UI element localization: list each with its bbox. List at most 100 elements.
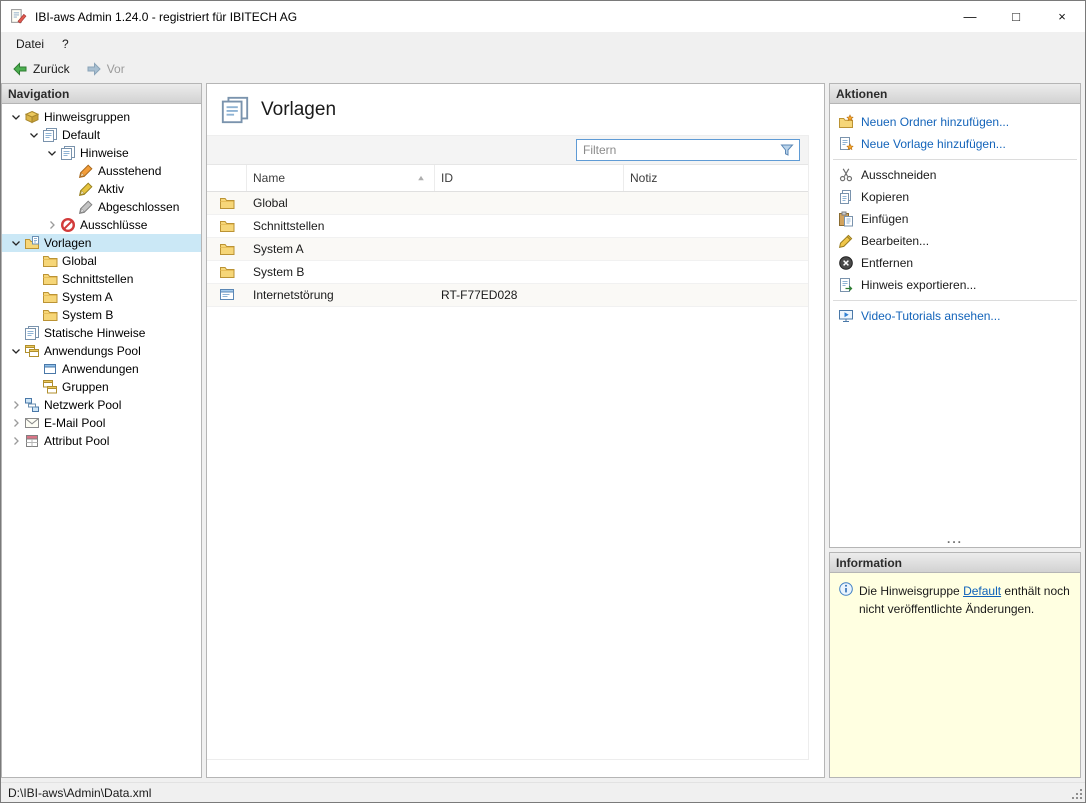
close-button[interactable]: ×	[1039, 1, 1085, 32]
chevron-right-icon[interactable]	[8, 415, 24, 431]
tree-item-e-mail-pool[interactable]: E-Mail Pool	[2, 414, 201, 432]
action-label: Neuen Ordner hinzufügen...	[861, 115, 1009, 129]
cell-icon	[207, 215, 247, 237]
action-neuen-ordner-hinzufugen[interactable]: Neuen Ordner hinzufügen...	[830, 111, 1080, 133]
tree-item-ausstehend[interactable]: Ausstehend	[2, 162, 201, 180]
notes-icon	[24, 325, 40, 341]
action-hinweis-exportieren[interactable]: Hinweis exportieren...	[830, 274, 1080, 296]
chevron-right-icon[interactable]	[8, 397, 24, 413]
table-row-global[interactable]: Global	[207, 192, 808, 215]
action-label: Ausschneiden	[861, 168, 936, 182]
column-header-notiz[interactable]: Notiz	[624, 165, 808, 191]
statusbar-path: D:\IBI-aws\Admin\Data.xml	[8, 786, 151, 800]
tree-item-anwendungs-pool[interactable]: Anwendungs Pool	[2, 342, 201, 360]
action-entfernen[interactable]: Entfernen	[830, 252, 1080, 274]
folder-icon	[219, 195, 235, 211]
templates-title-icon	[220, 95, 250, 125]
chevron-right-icon[interactable]	[8, 433, 24, 449]
tree-item-global[interactable]: Global	[2, 252, 201, 270]
action-ausschneiden[interactable]: Ausschneiden	[830, 164, 1080, 186]
forward-arrow-icon	[86, 61, 102, 77]
chevron-down-icon[interactable]	[8, 235, 24, 251]
table-row-system-a[interactable]: System A	[207, 238, 808, 261]
tree-item-statische-hinweise[interactable]: Statische Hinweise	[2, 324, 201, 342]
tree-item-label: Abgeschlossen	[98, 200, 179, 214]
action-einfugen[interactable]: Einfügen	[830, 208, 1080, 230]
tree-item-system-a[interactable]: System A	[2, 288, 201, 306]
tree-item-hinweise[interactable]: Hinweise	[2, 144, 201, 162]
tree-item-hinweisgruppen[interactable]: Hinweisgruppen	[2, 108, 201, 126]
table-row-internetstorung[interactable]: InternetstörungRT-F77ED028	[207, 284, 808, 307]
action-bearbeiten[interactable]: Bearbeiten...	[830, 230, 1080, 252]
column-label: ID	[441, 171, 453, 185]
groups-icon	[42, 379, 58, 395]
tree-item-default[interactable]: Default	[2, 126, 201, 144]
resize-grip[interactable]	[1071, 788, 1082, 799]
chevron-down-icon[interactable]	[8, 109, 24, 125]
navigation-panel-header: Navigation	[2, 84, 201, 104]
filter-input[interactable]	[577, 140, 779, 160]
tree-item-label: System B	[62, 308, 113, 322]
actions-panel-body: Neuen Ordner hinzufügen... Neue Vorlage h…	[830, 104, 1080, 547]
folder-icon	[42, 253, 58, 269]
chevron-spacer	[26, 379, 42, 395]
action-label: Entfernen	[861, 256, 913, 270]
panel-splitter[interactable]: ...	[830, 534, 1080, 547]
right-column: Aktionen Neuen Ordner hinzufügen...Neue …	[829, 83, 1081, 778]
navigation-tree: HinweisgruppenDefault Hinweise Ausstehend A…	[2, 104, 201, 777]
back-label: Zurück	[33, 62, 70, 76]
tree-item-label: Hinweise	[80, 146, 129, 160]
tree-item-gruppen[interactable]: Gruppen	[2, 378, 201, 396]
tree-item-aktiv[interactable]: Aktiv	[2, 180, 201, 198]
column-header-name[interactable]: Name	[247, 165, 435, 191]
tree-item-abgeschlossen[interactable]: Abgeschlossen	[2, 198, 201, 216]
column-header-id[interactable]: ID	[435, 165, 624, 191]
tree-item-ausschlusse[interactable]: Ausschlüsse	[2, 216, 201, 234]
chevron-spacer	[26, 253, 42, 269]
chevron-down-icon[interactable]	[8, 343, 24, 359]
action-kopieren[interactable]: Kopieren	[830, 186, 1080, 208]
tree-item-attribut-pool[interactable]: Attribut Pool	[2, 432, 201, 450]
chevron-spacer	[62, 163, 78, 179]
action-video-tutorials-ansehen[interactable]: Video-Tutorials ansehen...	[830, 305, 1080, 327]
action-label: Hinweis exportieren...	[861, 278, 976, 292]
minimize-button[interactable]: —	[947, 1, 993, 32]
copy-icon	[838, 189, 854, 205]
menu-datei[interactable]: Datei	[7, 34, 53, 54]
action-neue-vorlage-hinzufugen[interactable]: Neue Vorlage hinzufügen...	[830, 133, 1080, 155]
menu-help[interactable]: ?	[53, 34, 78, 54]
table-row-system-b[interactable]: System B	[207, 261, 808, 284]
tree-item-label: Attribut Pool	[44, 434, 109, 448]
pencil-gray-icon	[78, 199, 94, 215]
tree-item-label: Global	[62, 254, 97, 268]
column-label: Notiz	[630, 171, 657, 185]
back-button[interactable]: Zurück	[5, 58, 77, 80]
action-label: Bearbeiten...	[861, 234, 929, 248]
table-row-schnittstellen[interactable]: Schnittstellen	[207, 215, 808, 238]
forward-button[interactable]: Vor	[79, 58, 132, 80]
cell-id	[435, 238, 624, 260]
actions-panel: Aktionen Neuen Ordner hinzufügen...Neue …	[829, 83, 1081, 548]
tree-item-label: Aktiv	[98, 182, 124, 196]
chevron-down-icon[interactable]	[44, 145, 60, 161]
navigation-panel: Navigation HinweisgruppenDefault Hinweise…	[1, 83, 202, 778]
remove-icon	[838, 255, 854, 271]
info-icon	[838, 581, 854, 597]
paste-icon	[838, 211, 854, 227]
chevron-down-icon[interactable]	[26, 127, 42, 143]
tree-item-anwendungen[interactable]: Anwendungen	[2, 360, 201, 378]
cell-name: Schnittstellen	[247, 215, 435, 237]
tree-item-vorlagen[interactable]: Vorlagen	[2, 234, 201, 252]
cell-notiz	[624, 261, 808, 283]
tree-item-netzwerk-pool[interactable]: Netzwerk Pool	[2, 396, 201, 414]
content-area: Navigation HinweisgruppenDefaultHinweise…	[1, 83, 1085, 782]
default-group-link[interactable]: Default	[963, 584, 1001, 598]
chevron-right-icon[interactable]	[44, 217, 60, 233]
tree-item-system-b[interactable]: System B	[2, 306, 201, 324]
filter-icon[interactable]	[779, 142, 795, 158]
email-icon	[24, 415, 40, 431]
maximize-button[interactable]: □	[993, 1, 1039, 32]
tree-item-schnittstellen[interactable]: Schnittstellen	[2, 270, 201, 288]
pencil-yellow-icon	[78, 181, 94, 197]
folder-icon	[219, 218, 235, 234]
